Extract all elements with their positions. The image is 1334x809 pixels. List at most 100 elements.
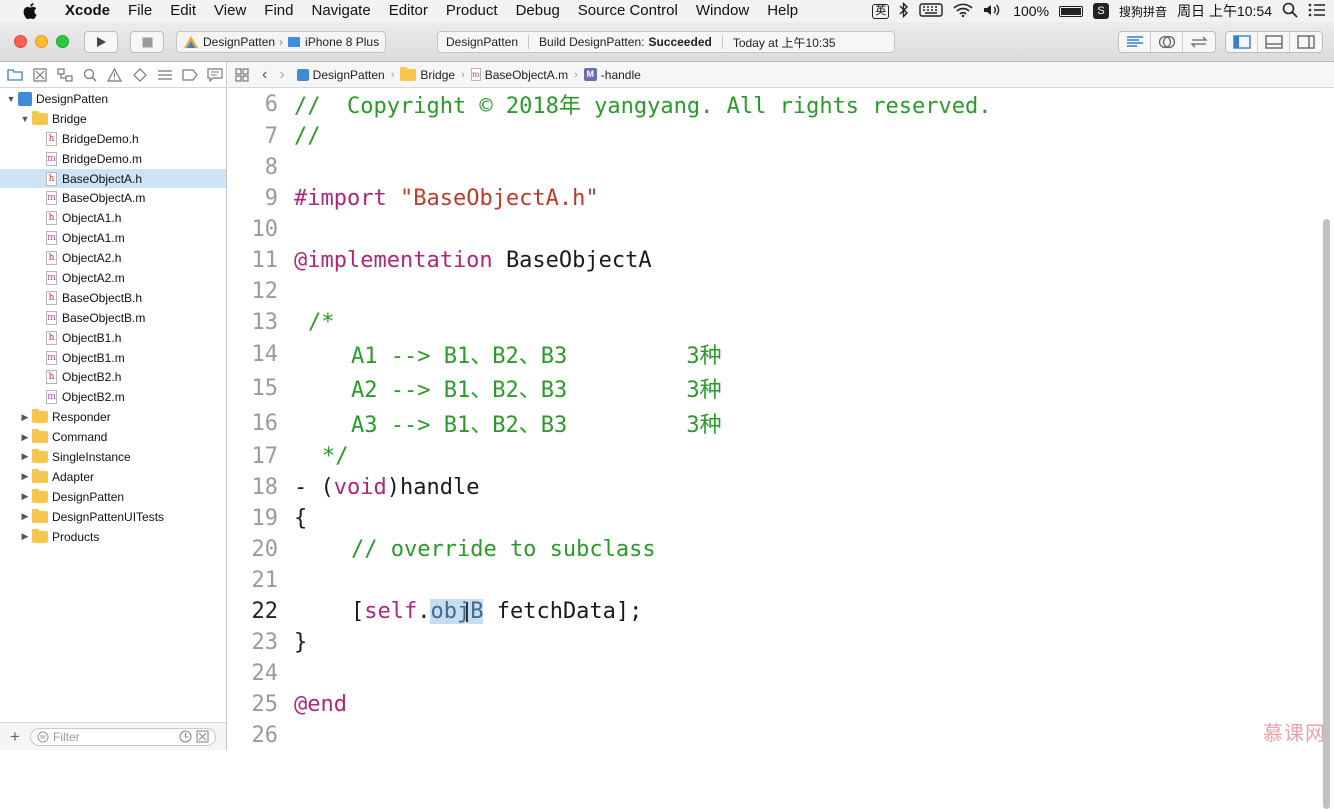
jumpbar-group[interactable]: Bridge xyxy=(400,66,455,82)
disclosure-closed-icon[interactable]: ▶ xyxy=(20,491,30,502)
version-editor-button[interactable] xyxy=(1183,32,1215,52)
tree-row-label: ObjectA2.h xyxy=(62,251,122,266)
keyboard-icon[interactable] xyxy=(919,2,943,20)
jumpbar-project[interactable]: DesignPatten xyxy=(296,68,385,82)
scheme-selector[interactable]: DesignPatten › iPhone 8 Plus xyxy=(176,31,387,53)
menu-debug[interactable]: Debug xyxy=(507,0,569,22)
apple-menu-icon[interactable] xyxy=(20,0,40,22)
tree-row-label: ObjectB1.m xyxy=(62,350,125,365)
code-text: - ( xyxy=(294,474,334,500)
disclosure-closed-icon[interactable]: ▶ xyxy=(20,531,30,542)
menu-edit[interactable]: Edit xyxy=(161,0,205,22)
tree-file-row[interactable]: m BaseObjectB.m xyxy=(0,308,226,328)
keyword: @end xyxy=(294,691,347,717)
toggle-inspector-button[interactable] xyxy=(1290,32,1322,52)
symbol-navigator-tab[interactable] xyxy=(54,65,75,85)
back-icon[interactable]: ‹ xyxy=(262,66,267,84)
menu-help[interactable]: Help xyxy=(758,0,807,22)
disclosure-open-icon[interactable]: ▼ xyxy=(20,114,30,124)
notification-center-icon[interactable] xyxy=(1308,3,1326,20)
project-navigator-tab[interactable] xyxy=(4,65,25,85)
volume-icon[interactable] xyxy=(983,3,1003,20)
toggle-navigator-button[interactable] xyxy=(1226,32,1258,52)
jumpbar-method[interactable]: M -handle xyxy=(583,68,641,82)
menu-editor[interactable]: Editor xyxy=(380,0,437,22)
standard-editor-button[interactable] xyxy=(1119,32,1151,52)
disclosure-closed-icon[interactable]: ▶ xyxy=(20,471,30,482)
wifi-icon[interactable] xyxy=(953,3,973,20)
tree-file-row[interactable]: m BridgeDemo.m xyxy=(0,149,226,169)
tree-group-row[interactable]: ▶ SingleInstance xyxy=(0,447,226,467)
report-navigator-tab[interactable] xyxy=(204,65,225,85)
tree-group-row[interactable]: ▶ DesignPattenUITests xyxy=(0,507,226,527)
tree-file-row[interactable]: h ObjectA2.h xyxy=(0,248,226,268)
filter-input[interactable]: Filter xyxy=(30,727,216,746)
tree-file-row[interactable]: h ObjectB1.h xyxy=(0,328,226,348)
tree-group-row[interactable]: ▶ DesignPatten xyxy=(0,487,226,507)
tree-file-row[interactable]: m ObjectB1.m xyxy=(0,348,226,368)
tree-file-row[interactable]: m ObjectB2.m xyxy=(0,387,226,407)
tree-file-row[interactable]: m ObjectA1.m xyxy=(0,228,226,248)
disclosure-closed-icon[interactable]: ▶ xyxy=(20,432,30,443)
input-method-icon[interactable]: S xyxy=(1093,3,1110,19)
close-window-button[interactable] xyxy=(14,35,27,48)
source-editor[interactable]: 6 // Copyright © 2018年 yangyang. All rig… xyxy=(228,89,1334,809)
bluetooth-icon[interactable] xyxy=(899,1,909,21)
input-method-label[interactable]: 搜狗拼音 xyxy=(1119,3,1167,20)
clock[interactable]: 周日 上午10:54 xyxy=(1177,1,1272,21)
filter-placeholder: Filter xyxy=(53,729,80,744)
add-file-button[interactable]: + xyxy=(0,727,30,747)
menu-file[interactable]: File xyxy=(119,0,161,22)
stop-button[interactable] xyxy=(130,31,164,53)
related-items-icon[interactable] xyxy=(234,67,250,83)
menu-source-control[interactable]: Source Control xyxy=(569,0,687,22)
tree-group-row[interactable]: ▶ Products xyxy=(0,527,226,547)
tree-group-row[interactable]: ▼ DesignPatten xyxy=(0,89,226,109)
menu-window[interactable]: Window xyxy=(687,0,758,22)
tree-file-row[interactable]: h ObjectA1.h xyxy=(0,208,226,228)
spotlight-icon[interactable] xyxy=(1282,2,1298,21)
tree-file-row[interactable]: m BaseObjectA.m xyxy=(0,188,226,208)
selected-property[interactable]: objB xyxy=(430,598,484,624)
breakpoint-navigator-tab[interactable] xyxy=(179,65,200,85)
forward-icon[interactable]: › xyxy=(279,66,284,84)
disclosure-open-icon[interactable]: ▼ xyxy=(6,94,16,104)
tree-group-row[interactable]: ▼ Bridge xyxy=(0,109,226,129)
tree-file-row[interactable]: h BridgeDemo.h xyxy=(0,129,226,149)
toggle-debug-area-button[interactable] xyxy=(1258,32,1290,52)
activity-build-status: Succeeded xyxy=(648,35,712,49)
tree-file-row[interactable]: h BaseObjectA.h xyxy=(0,168,226,189)
menu-view[interactable]: View xyxy=(205,0,255,22)
zoom-window-button[interactable] xyxy=(56,35,69,48)
ime-indicator[interactable]: 英 xyxy=(872,3,890,19)
folder-icon xyxy=(32,429,48,444)
tree-file-row[interactable]: h BaseObjectB.h xyxy=(0,288,226,308)
battery-icon[interactable] xyxy=(1059,5,1084,17)
tree-file-row[interactable]: m ObjectA2.m xyxy=(0,268,226,288)
find-navigator-tab[interactable] xyxy=(79,65,100,85)
jumpbar-file[interactable]: m BaseObjectA.m xyxy=(470,68,568,82)
code-text: } xyxy=(294,629,308,655)
assistant-editor-button[interactable] xyxy=(1151,32,1183,52)
issue-navigator-tab[interactable] xyxy=(104,65,125,85)
line-number: 21 xyxy=(251,567,279,593)
menu-product[interactable]: Product xyxy=(437,0,507,22)
menu-navigate[interactable]: Navigate xyxy=(302,0,379,22)
disclosure-closed-icon[interactable]: ▶ xyxy=(20,511,30,522)
disclosure-closed-icon[interactable]: ▶ xyxy=(20,451,30,462)
menu-xcode[interactable]: Xcode xyxy=(56,0,119,22)
code-line: 10 xyxy=(228,214,1318,244)
source-control-filter-icon[interactable] xyxy=(196,730,209,743)
menu-find[interactable]: Find xyxy=(255,0,302,22)
test-navigator-tab[interactable] xyxy=(129,65,150,85)
tree-group-row[interactable]: ▶ Command xyxy=(0,427,226,447)
minimize-window-button[interactable] xyxy=(35,35,48,48)
recent-files-icon[interactable] xyxy=(179,730,192,743)
debug-navigator-tab[interactable] xyxy=(154,65,175,85)
run-button[interactable] xyxy=(84,31,118,53)
source-control-navigator-tab[interactable] xyxy=(29,65,50,85)
tree-file-row[interactable]: h ObjectB2.h xyxy=(0,367,226,387)
tree-group-row[interactable]: ▶ Responder xyxy=(0,407,226,427)
tree-group-row[interactable]: ▶ Adapter xyxy=(0,467,226,487)
disclosure-closed-icon[interactable]: ▶ xyxy=(20,412,30,423)
